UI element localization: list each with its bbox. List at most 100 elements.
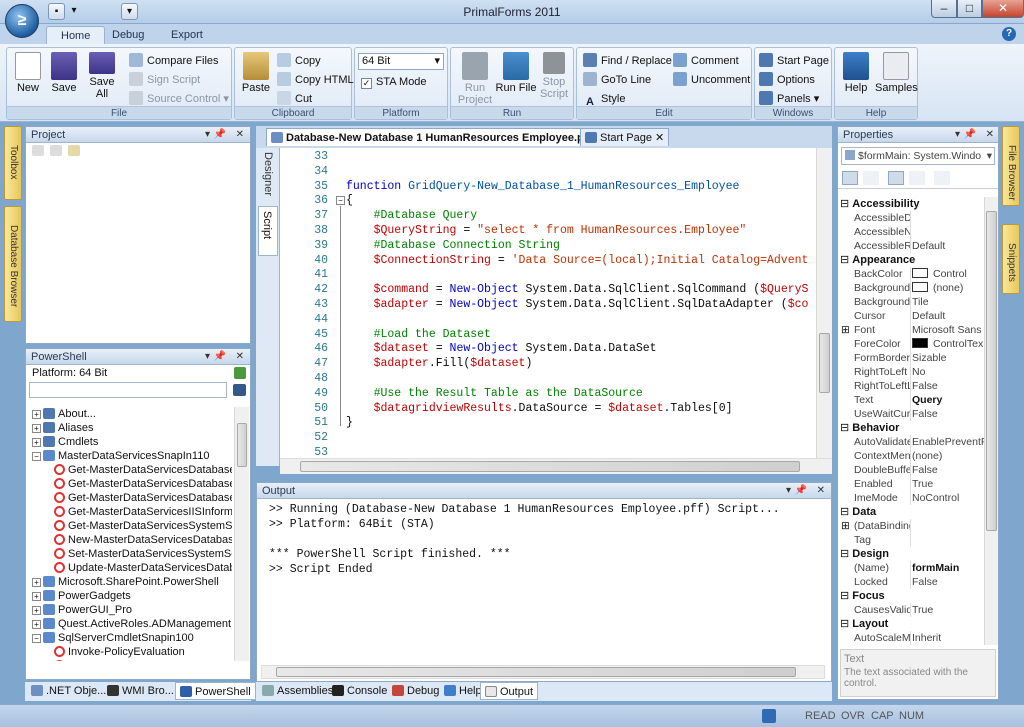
close-tab-icon[interactable]: ✕: [655, 132, 664, 144]
tree-item[interactable]: Update-MasterDataServicesDatabas: [32, 561, 232, 575]
tree-item[interactable]: Get-MasterDataServicesIISInformati: [32, 505, 232, 519]
tree-item[interactable]: Invoke-Sqlcmd: [32, 659, 232, 661]
paste-button[interactable]: Paste: [237, 50, 275, 108]
samples-button[interactable]: Samples: [875, 50, 918, 108]
close-panel-icon[interactable]: ✕: [236, 349, 244, 365]
property-row[interactable]: ImeMode NoControl: [840, 491, 984, 505]
panel-dropdown-icon[interactable]: ▾: [955, 127, 960, 143]
property-value[interactable]: False: [912, 379, 984, 393]
close-button[interactable]: ✕: [982, 0, 1024, 18]
stop-script-button[interactable]: Stop Script: [535, 50, 573, 108]
designer-tab[interactable]: Designer: [258, 152, 278, 204]
property-row[interactable]: AutoScaleMo Inherit: [840, 631, 984, 645]
expand-toggle-icon[interactable]: +: [32, 410, 41, 419]
property-category[interactable]: ⊟ Focus: [840, 589, 984, 603]
script-editor[interactable]: 33 34 35 function GridQuery-New_Database_1_…: [280, 148, 816, 459]
property-row[interactable]: ⊞ (DataBinding: [840, 519, 984, 533]
property-value[interactable]: ControlTex: [912, 337, 984, 351]
expand-toggle-icon[interactable]: +: [32, 424, 41, 433]
property-row[interactable]: Cursor Default: [840, 309, 984, 323]
search-input[interactable]: [29, 382, 227, 398]
property-row[interactable]: AccessibleDe: [840, 211, 984, 225]
property-row[interactable]: Enabled True: [840, 477, 984, 491]
property-row[interactable]: ForeColor ControlTex: [840, 337, 984, 351]
property-value[interactable]: False: [912, 463, 984, 477]
property-value[interactable]: formMain: [912, 561, 984, 575]
copy-html-button[interactable]: Copy HTML: [277, 71, 354, 89]
tree-item[interactable]: Get-MasterDataServicesSystemSetti: [32, 519, 232, 533]
property-row[interactable]: BackgroundI Tile: [840, 295, 984, 309]
property-value[interactable]: True: [912, 603, 984, 617]
run-project-button[interactable]: Run Project: [453, 50, 497, 108]
pin-icon[interactable]: 📌: [964, 127, 976, 143]
property-value[interactable]: Default: [912, 239, 984, 253]
tree-item[interactable]: Get-MasterDataServicesDatabases: [32, 477, 232, 491]
tree-item[interactable]: + Microsoft.SharePoint.PowerShell: [32, 575, 232, 589]
scrollbar-thumb[interactable]: [986, 211, 997, 531]
property-row[interactable]: Text Query: [840, 393, 984, 407]
expand-toggle-icon[interactable]: +: [32, 620, 41, 629]
property-row[interactable]: Locked False: [840, 575, 984, 589]
toolbox-sidetab[interactable]: Toolbox: [4, 126, 22, 200]
collapse-icon[interactable]: ⊟: [840, 198, 852, 210]
panel-dropdown-icon[interactable]: ▾: [205, 349, 210, 365]
options-button[interactable]: Options: [759, 71, 815, 89]
scrollbar-thumb[interactable]: [819, 333, 830, 393]
tree-item[interactable]: Get-MasterDataServicesDatabaseSe: [32, 491, 232, 505]
quick-save-icon[interactable]: ▪: [48, 3, 65, 20]
object-selector[interactable]: $formMain: System.Windo ▾: [841, 147, 995, 165]
sta-mode-checkbox[interactable]: ✓ STA Mode: [361, 73, 427, 91]
property-category[interactable]: ⊟ Accessibility: [840, 197, 984, 211]
output-tab[interactable]: Output: [480, 682, 539, 700]
property-category[interactable]: ⊟ Appearance: [840, 253, 984, 267]
platform-select[interactable]: 64 Bit ▾: [358, 53, 444, 70]
assemblies-tab[interactable]: Assemblies: [258, 682, 337, 700]
property-row[interactable]: AccessibleRoDefault: [840, 239, 984, 253]
property-row[interactable]: Tag: [840, 533, 984, 547]
properties-scrollbar[interactable]: [984, 197, 998, 645]
property-row[interactable]: BackgroundI (none): [840, 281, 984, 295]
expand-toggle-icon[interactable]: +: [32, 438, 41, 447]
find-replace-button[interactable]: Find / Replace: [583, 52, 672, 70]
minimize-button[interactable]: –: [931, 0, 957, 18]
collapse-icon[interactable]: ⊟: [840, 506, 852, 518]
tree-item[interactable]: Set-MasterDataServicesSystemSetti: [32, 547, 232, 561]
help-button[interactable]: Help: [837, 50, 875, 108]
save-button[interactable]: Save: [45, 50, 83, 108]
tree-item[interactable]: New-MasterDataServicesDatabase: [32, 533, 232, 547]
debug-tab[interactable]: Debug: [388, 682, 443, 700]
property-row[interactable]: DoubleBuffer False: [840, 463, 984, 477]
goto-line-button[interactable]: GoTo Line: [583, 71, 651, 89]
binoculars-icon[interactable]: [233, 384, 246, 396]
collapse-icon[interactable]: ⊟: [840, 618, 852, 630]
tree-item[interactable]: + About...: [32, 407, 232, 421]
scrollbar-thumb[interactable]: [237, 423, 247, 467]
project-new-icon[interactable]: [32, 145, 44, 156]
tab-debug[interactable]: Debug: [98, 26, 158, 44]
tree-item[interactable]: + Cmdlets: [32, 435, 232, 449]
script-tab[interactable]: Script: [258, 206, 278, 256]
property-value[interactable]: False: [912, 407, 984, 421]
property-category[interactable]: ⊟ Behavior: [840, 421, 984, 435]
property-value[interactable]: No: [912, 365, 984, 379]
new-button[interactable]: New: [9, 50, 47, 108]
save-all-button[interactable]: Save All: [83, 50, 121, 108]
property-value[interactable]: Query: [912, 393, 984, 407]
copy-button[interactable]: Copy: [277, 52, 321, 70]
snippets-sidetab[interactable]: Snippets: [1002, 224, 1020, 294]
collapse-icon[interactable]: ⊟: [840, 548, 852, 560]
property-value[interactable]: Microsoft Sans S: [912, 323, 984, 337]
help-icon[interactable]: ?: [1002, 27, 1016, 41]
pin-icon[interactable]: 📌: [214, 127, 226, 143]
close-panel-icon[interactable]: ✕: [986, 127, 994, 143]
property-row[interactable]: AccessibleNa: [840, 225, 984, 239]
close-panel-icon[interactable]: ✕: [236, 127, 244, 143]
doc-tab-start-page[interactable]: Start Page ✕: [580, 128, 670, 146]
scrollbar-thumb[interactable]: [276, 667, 796, 677]
property-value[interactable]: Sizable: [912, 351, 984, 365]
tree-item[interactable]: + Aliases: [32, 421, 232, 435]
collapse-icon[interactable]: ⊟: [840, 422, 852, 434]
qat-menu-icon[interactable]: ▾: [121, 3, 138, 20]
property-row[interactable]: ⊞ Font Microsoft Sans S: [840, 323, 984, 337]
expand-toggle-icon[interactable]: +: [32, 592, 41, 601]
